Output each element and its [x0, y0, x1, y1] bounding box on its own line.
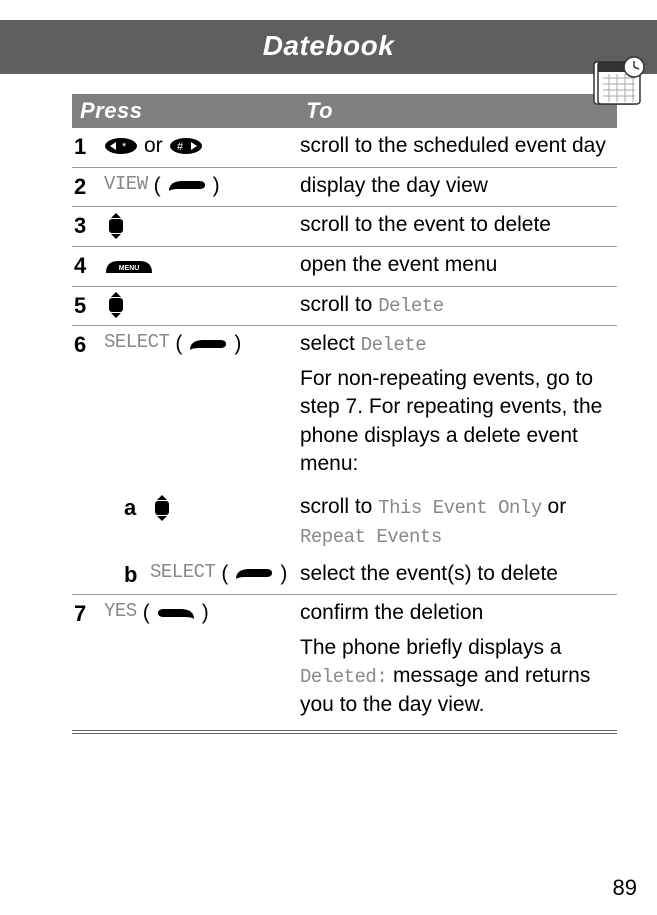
header-to: To	[300, 94, 617, 128]
softkey-label: SELECT	[150, 560, 215, 586]
step-number: 5	[72, 291, 104, 321]
svg-text:MENU: MENU	[119, 265, 140, 272]
to-cell: scroll to the scheduled event day	[300, 132, 617, 162]
or-text: or	[144, 132, 163, 160]
sub-step-letter: b	[124, 560, 150, 590]
press-cell: SELECT ( )	[104, 330, 300, 484]
press-cell: MENU	[104, 251, 300, 281]
to-cell: display the day view	[300, 172, 617, 202]
step-number: 4	[72, 251, 104, 281]
step-number: 1	[72, 132, 104, 162]
scroll-key-icon	[104, 211, 128, 239]
to-cell: scroll to the event to delete	[300, 211, 617, 241]
table-sub-row: a scroll to This Event Only or Repeat Ev…	[72, 489, 617, 555]
datebook-icon	[591, 54, 645, 108]
to-cell: select Delete For non-repeating events, …	[300, 330, 617, 484]
svg-text:*: *	[122, 141, 127, 153]
press-cell: SELECT ( )	[150, 560, 300, 590]
table-end-rule	[72, 730, 617, 734]
code-text: Delete	[378, 295, 443, 317]
press-cell	[150, 493, 300, 550]
step-number: 7	[72, 599, 104, 725]
to-cell: select the event(s) to delete	[300, 560, 617, 590]
open-paren: (	[154, 172, 161, 200]
softkey-label: YES	[104, 599, 137, 625]
to-cell: scroll to Delete	[300, 291, 617, 321]
table-sub-row: b SELECT ( ) select the event(s) to dele…	[72, 556, 617, 596]
left-key-icon: *	[104, 132, 138, 160]
right-softkey-icon	[188, 330, 228, 358]
step-number: 3	[72, 211, 104, 241]
menu-key-icon: MENU	[104, 251, 154, 279]
open-paren: (	[221, 560, 228, 588]
step-number: 6	[72, 330, 104, 484]
press-cell	[104, 291, 300, 321]
right-key-icon: #	[169, 132, 203, 160]
press-cell: VIEW ( )	[104, 172, 300, 202]
table-row: 2 VIEW ( ) display the day view	[72, 168, 617, 208]
to-text: select	[300, 332, 361, 355]
table-header-row: Press To	[72, 94, 617, 128]
code-text: This Event Only	[378, 497, 542, 519]
to-cell: open the event menu	[300, 251, 617, 281]
left-softkey-icon	[156, 599, 196, 627]
to-mid: or	[542, 495, 567, 518]
right-softkey-icon	[167, 172, 207, 200]
close-paren: )	[234, 330, 241, 358]
table-row: 1 * or # scroll to the scheduled event d…	[72, 128, 617, 168]
scroll-key-icon	[150, 493, 174, 521]
code-text: Delete	[361, 334, 426, 356]
open-paren: (	[143, 599, 150, 627]
scroll-key-icon	[104, 291, 128, 319]
instruction-table: Press To 1 * or # scroll to the schedule…	[0, 74, 657, 734]
table-row: 3 scroll to the event to delete	[72, 207, 617, 247]
to-cell: confirm the deletion The phone briefly d…	[300, 599, 617, 725]
to-text: confirm the deletion	[300, 599, 613, 627]
close-paren: )	[202, 599, 209, 627]
code-text: Repeat Events	[300, 526, 442, 548]
extra-text: For non-repeating events, go to step 7. …	[300, 365, 613, 478]
right-softkey-icon	[234, 560, 274, 588]
page-title: Datebook	[263, 30, 395, 61]
to-text: scroll to	[300, 293, 378, 316]
step-number: 2	[72, 172, 104, 202]
open-paren: (	[175, 330, 182, 358]
press-cell: YES ( )	[104, 599, 300, 725]
page-number: 89	[613, 875, 637, 901]
to-cell: scroll to This Event Only or Repeat Even…	[300, 493, 617, 550]
table-row: 7 YES ( ) confirm the deletion The phone…	[72, 595, 617, 730]
press-cell: * or #	[104, 132, 300, 162]
to-text: scroll to	[300, 495, 378, 518]
header-press: Press	[72, 94, 300, 128]
close-paren: )	[280, 560, 287, 588]
softkey-label: SELECT	[104, 330, 169, 356]
sub-step-letter: a	[124, 493, 150, 550]
table-row: 4 MENU open the event menu	[72, 247, 617, 287]
extra-text: The phone briefly displays a Deleted: me…	[300, 634, 613, 719]
table-row: 5 scroll to Delete	[72, 287, 617, 327]
svg-text:#: #	[177, 141, 184, 153]
softkey-label: VIEW	[104, 172, 148, 198]
table-row: 6 SELECT ( ) select Delete For non-repea…	[72, 326, 617, 489]
close-paren: )	[213, 172, 220, 200]
press-cell	[104, 211, 300, 241]
page-title-bar: Datebook	[0, 20, 657, 74]
code-text: Deleted:	[300, 666, 387, 688]
